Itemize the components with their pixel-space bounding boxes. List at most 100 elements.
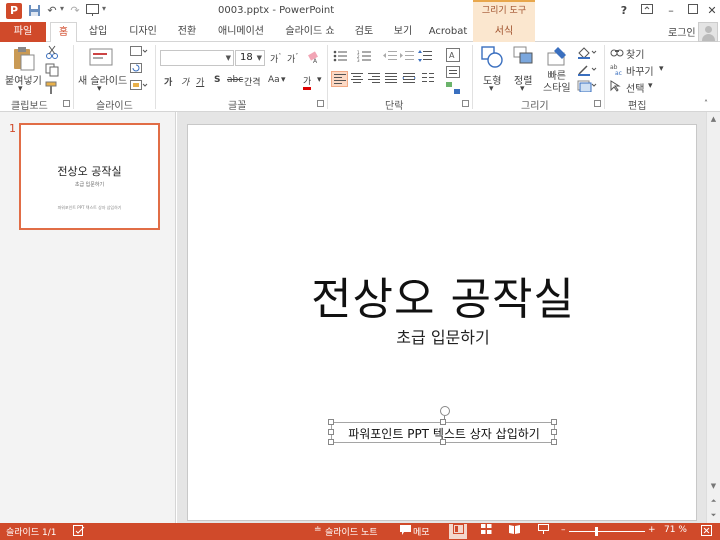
comments-button[interactable]: 메모 [413, 525, 430, 538]
new-slide-dropdown-icon[interactable]: ▾ [97, 84, 102, 94]
justify-icon[interactable] [384, 72, 399, 87]
align-left-button[interactable] [331, 71, 348, 87]
tab-view[interactable]: 보기 [390, 22, 416, 42]
new-slide-label[interactable]: 새 슬라이드 [78, 72, 127, 87]
rotate-handle[interactable] [440, 406, 450, 416]
zoom-slider-thumb[interactable] [595, 527, 598, 536]
next-slide-icon[interactable]: ⏷ [707, 508, 720, 522]
align-text-icon[interactable] [446, 66, 460, 81]
tab-animations[interactable]: 애니메이션 [214, 22, 268, 42]
copy-icon[interactable] [45, 63, 59, 80]
normal-view-button[interactable] [449, 524, 467, 539]
powerpoint-logo-icon[interactable]: P [6, 3, 22, 19]
select-dropdown-icon[interactable]: ▾ [648, 81, 653, 91]
resize-handle-top-left[interactable] [328, 419, 334, 425]
clear-formatting-icon[interactable]: A [307, 50, 321, 67]
shape-outline-icon[interactable] [577, 64, 599, 79]
convert-smartart-icon[interactable] [446, 82, 460, 97]
slide-sorter-button[interactable] [477, 524, 495, 539]
slideshow-view-button[interactable] [534, 524, 552, 539]
change-case-dropdown-icon[interactable]: ▾ [281, 75, 286, 85]
drawing-launcher-icon[interactable] [594, 100, 601, 107]
shape-effects-icon[interactable] [577, 80, 599, 95]
tab-slideshow[interactable]: 슬라이드 쇼 [281, 22, 339, 42]
customize-qat-icon[interactable]: ▾ [102, 4, 106, 13]
shrink-font-icon[interactable]: 가˅ [287, 52, 298, 65]
strikethrough-button[interactable]: abc [227, 75, 243, 85]
fit-to-window-icon[interactable] [701, 525, 712, 539]
zoom-out-icon[interactable]: – [561, 525, 566, 535]
paste-label[interactable]: 붙여넣기 [5, 72, 42, 87]
tab-design[interactable]: 디자인 [125, 22, 161, 42]
tab-review[interactable]: 검토 [351, 22, 377, 42]
font-name-select[interactable]: ▼ [160, 50, 234, 66]
undo-icon[interactable]: ↶ [45, 4, 59, 18]
notes-icon[interactable]: ≐ [314, 525, 322, 535]
decrease-indent-icon[interactable] [383, 50, 397, 65]
select-icon[interactable] [610, 80, 622, 95]
slide-thumbnail[interactable]: 전상오 공작실 초급 입문하기 파워포인트 PPT 텍스트 상자 삽입하기 [19, 123, 160, 230]
resize-handle-bottom-left[interactable] [328, 439, 334, 445]
previous-slide-icon[interactable]: ⏶ [707, 494, 720, 508]
help-button[interactable]: ? [613, 3, 635, 19]
underline-button[interactable]: 가 [196, 75, 204, 88]
redo-icon[interactable]: ↷ [68, 4, 82, 18]
numbering-icon[interactable]: 123 [357, 50, 373, 65]
tab-format[interactable]: 서식 [473, 22, 535, 42]
zoom-level[interactable]: 71 % [664, 525, 687, 535]
italic-button[interactable]: 가 [181, 75, 189, 88]
resize-handle-bottom[interactable] [440, 439, 446, 445]
columns-icon[interactable] [421, 72, 436, 87]
bullets-icon[interactable] [333, 50, 349, 65]
arrange-dropdown-icon[interactable]: ▾ [520, 84, 525, 94]
collapse-ribbon-icon[interactable]: ˄ [704, 99, 708, 108]
scroll-up-icon[interactable]: ▲ [707, 112, 720, 126]
font-launcher-icon[interactable] [317, 100, 324, 107]
comments-icon[interactable] [400, 525, 411, 538]
close-button[interactable]: ✕ [701, 3, 720, 19]
shape-fill-icon[interactable] [577, 47, 599, 62]
vertical-scrollbar[interactable]: ▲ ▼ ⏶ ⏷ [706, 112, 720, 523]
find-icon[interactable] [610, 46, 624, 61]
replace-icon[interactable]: ab ac [610, 63, 624, 78]
slide-subtitle[interactable]: 초급 입문하기 [188, 324, 698, 348]
selected-textbox[interactable]: 파워포인트 PPT 텍스트 상자 삽입하기 [328, 406, 557, 445]
quick-styles-label[interactable]: 빠른 스타일 [543, 71, 571, 95]
change-case-button[interactable]: Aa [268, 75, 280, 85]
zoom-slider[interactable] [569, 531, 645, 532]
format-painter-icon[interactable] [45, 81, 59, 98]
sign-in-link[interactable]: 로그인 [668, 24, 696, 39]
tab-transitions[interactable]: 전환 [174, 22, 200, 42]
cut-icon[interactable] [45, 45, 59, 62]
section-icon[interactable] [130, 80, 148, 95]
font-size-select[interactable]: 18 ▼ [235, 50, 265, 66]
shapes-dropdown-icon[interactable]: ▾ [489, 84, 494, 94]
save-icon[interactable] [27, 4, 41, 18]
notes-button[interactable]: 슬라이드 노트 [325, 525, 378, 538]
resize-handle-right[interactable] [551, 429, 557, 435]
bold-button[interactable]: 가 [164, 75, 172, 88]
new-slide-icon[interactable] [89, 45, 115, 72]
font-color-button[interactable]: 가 [303, 74, 312, 90]
reading-view-button[interactable] [505, 524, 523, 539]
text-shadow-button[interactable]: S [214, 75, 220, 85]
tab-insert[interactable]: 삽입 [85, 22, 111, 42]
clipboard-launcher-icon[interactable] [63, 100, 70, 107]
undo-dropdown-icon[interactable]: ▾ [60, 4, 64, 13]
text-direction-icon[interactable]: A [446, 48, 460, 65]
shapes-icon[interactable] [480, 45, 504, 72]
align-center-icon[interactable] [350, 72, 365, 87]
tab-acrobat[interactable]: Acrobat [428, 22, 468, 42]
slide-canvas[interactable]: 전상오 공작실 초급 입문하기 파워포인트 PPT 텍스트 상자 삽입하기 [187, 124, 697, 521]
reset-icon[interactable] [130, 63, 142, 78]
layout-icon[interactable] [130, 46, 148, 61]
resize-handle-bottom-right[interactable] [551, 439, 557, 445]
spell-check-icon[interactable] [73, 525, 85, 539]
character-spacing-button[interactable]: 간격 [244, 75, 261, 88]
replace-dropdown-icon[interactable]: ▾ [659, 64, 664, 74]
paragraph-launcher-icon[interactable] [462, 100, 469, 107]
paste-icon[interactable] [12, 45, 36, 74]
slide-title[interactable]: 전상오 공작실 [188, 263, 698, 327]
tab-file[interactable]: 파일 [0, 22, 46, 42]
select-label[interactable]: 선택 [626, 80, 644, 95]
